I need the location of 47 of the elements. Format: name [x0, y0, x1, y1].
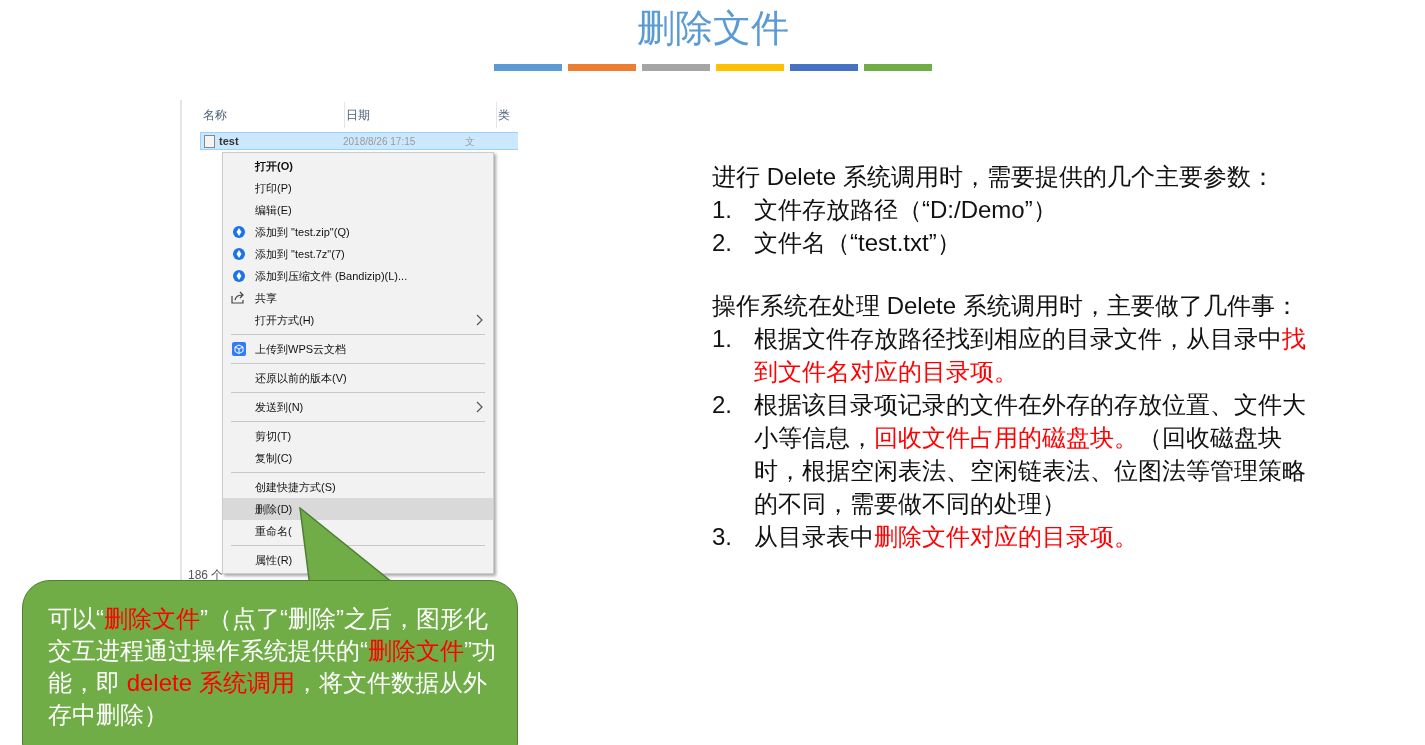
- file-date: 2018/8/26 17:15: [343, 134, 416, 149]
- file-name: test: [219, 135, 239, 147]
- menu-item[interactable]: 打开(O): [223, 155, 493, 177]
- chevron-right-icon: [476, 314, 483, 326]
- menu-item[interactable]: 删除(D): [223, 498, 493, 520]
- list-number: 1.: [712, 195, 733, 225]
- menu-item[interactable]: 还原以前的版本(V): [223, 367, 493, 389]
- chevron-right-icon: [476, 401, 483, 413]
- file-type: 文: [465, 134, 476, 149]
- callout-text: 可以“删除文件”（点了“删除”之后，图形化交互进程通过操作系统提供的“删除文件”功能，即 delete 系统调用，将文件数据从外存中删除）: [48, 604, 496, 730]
- list-item-text: 文件名（“test.txt”）: [754, 228, 962, 258]
- menu-item[interactable]: 编辑(E): [223, 199, 493, 221]
- column-header[interactable]: 名称: [202, 102, 345, 128]
- list-item-text: 从目录表中删除文件对应的目录项。: [754, 522, 1139, 552]
- menu-item[interactable]: 属性(R): [223, 549, 493, 571]
- archive-app-icon: [233, 270, 245, 282]
- menu-item[interactable]: 打开方式(H): [223, 309, 493, 331]
- menu-item[interactable]: 添加到 "test.zip"(Q): [223, 221, 493, 243]
- menu-item[interactable]: 发送到(N): [223, 396, 493, 418]
- menu-item[interactable]: 上传到WPS云文档: [223, 338, 493, 360]
- list-item-text: 根据该目录项记录的文件在外存的存放位置、文件大小等信息，回收文件占用的磁盘块。（回收磁盘块时，根据空闲表法、空闲链表法、位图法等管理策略的不同，需要做不同的处理）: [754, 390, 1307, 519]
- document-icon: [204, 134, 215, 148]
- share-icon: [231, 291, 246, 304]
- menu-item[interactable]: 剪切(T): [223, 425, 493, 447]
- menu-item[interactable]: 添加到压缩文件 (Bandizip)(L)...: [223, 265, 493, 287]
- list-item-text: 根据文件存放路径找到相应的目录文件，从目录中找到文件名对应的目录项。: [754, 324, 1307, 387]
- file-row[interactable]: test 2018/8/26 17:15 文: [200, 132, 518, 150]
- list-number: 1.: [712, 324, 733, 354]
- list-number: 2.: [712, 390, 733, 420]
- slide-title: 删除文件: [636, 6, 789, 51]
- archive-app-icon: [233, 248, 245, 260]
- archive-app-icon: [233, 226, 245, 238]
- menu-item[interactable]: 复制(C): [223, 447, 493, 469]
- list-item-text: 文件存放路径（“D:/Demo”）: [754, 195, 1058, 225]
- menu-item[interactable]: 打印(P): [223, 177, 493, 199]
- column-header[interactable]: 日期: [345, 102, 497, 128]
- column-header[interactable]: 类: [497, 102, 518, 128]
- list-number: 2.: [712, 228, 733, 258]
- paragraph-text: 操作系统在处理 Delete 系统调用时，主要做了几件事：: [712, 291, 1300, 321]
- paragraph-text: 进行 Delete 系统调用时，需要提供的几个主要参数：: [712, 162, 1276, 192]
- list-number: 3.: [712, 522, 733, 552]
- menu-item[interactable]: 共享: [223, 287, 493, 309]
- cube-icon: [232, 342, 246, 356]
- status-bar-text: 186 个: [188, 567, 224, 582]
- menu-item[interactable]: 添加到 "test.7z"(7): [223, 243, 493, 265]
- menu-item[interactable]: 创建快捷方式(S): [223, 476, 493, 498]
- menu-item[interactable]: 重命名(: [223, 520, 493, 542]
